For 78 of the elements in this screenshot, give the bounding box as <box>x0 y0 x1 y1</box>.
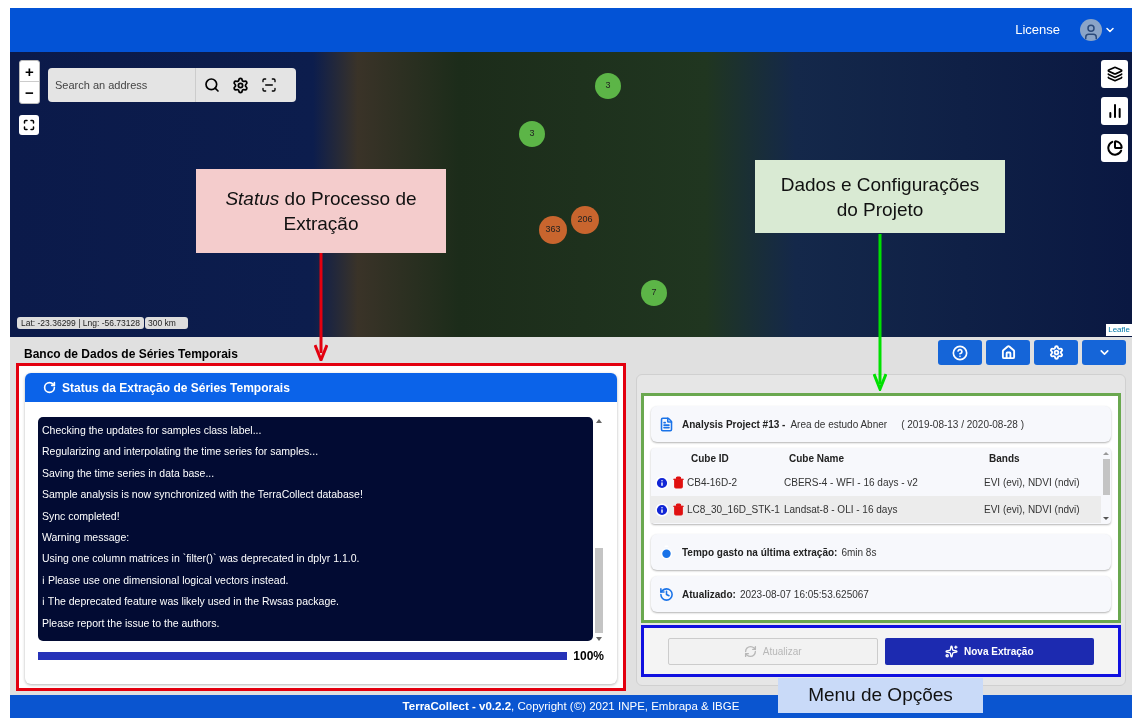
log-line: Warning message: <box>42 530 131 546</box>
elapsed-label: Tempo gasto na última extração: <box>682 545 838 560</box>
scroll-down-icon <box>1103 517 1109 520</box>
fullscreen-icon <box>23 119 35 131</box>
fullscreen-button[interactable] <box>19 115 39 135</box>
table-cell-text: CBERS-4 - WFI - 16 days - v2 <box>784 476 919 490</box>
scroll-up-icon <box>1103 452 1109 455</box>
log-line: Checking the updates for samples class label... <box>42 423 263 438</box>
attribution-link[interactable]: Leafle <box>1106 324 1132 336</box>
project-period: ( 2019-08-13 / 2020-08-28 ) <box>901 417 1024 432</box>
table-row[interactable]: CB4-16D-2 CBERS-4 - WFI - 16 days - v2 EVI (evi), NDVI (ndvi) <box>651 469 1101 496</box>
callout-text: Dados e Configurações do Projeto <box>779 172 981 222</box>
progress-reading: 100% <box>573 648 604 665</box>
footer-text: TerraCollect - v0.2.2, Copyright (©) 2021 INPE, Embrapa & IBGE <box>402 698 740 714</box>
project-name: Area de estudo Abner <box>790 417 888 432</box>
scroll-thumb[interactable] <box>1102 459 1110 495</box>
refresh-icon <box>743 644 757 658</box>
help-icon <box>952 344 968 361</box>
table-row[interactable]: LC8_30_16D_STK-1 Landsat-8 - OLI - 16 days EVI (evi), NDVI (ndvi) <box>651 496 1101 523</box>
trash-icon[interactable] <box>672 503 685 516</box>
scale-bar: 300 km <box>144 317 188 329</box>
log-line: Using one column matrices in `filter()` was deprecated in dplyr 1.1.0. <box>42 551 361 567</box>
info-icon[interactable] <box>655 475 669 490</box>
document-icon <box>659 416 674 432</box>
column-header: Cube Name <box>789 452 845 466</box>
help-button[interactable] <box>938 340 982 365</box>
refresh-icon <box>43 381 56 394</box>
scroll-down-icon <box>595 637 602 641</box>
callout-text: Menu de Opções <box>808 683 953 708</box>
log-line: Please report the issue to the authors. <box>42 615 221 631</box>
table-cell-text: Landsat-8 - OLI - 16 days <box>784 503 899 517</box>
updated-label: Atualizado: <box>682 587 736 602</box>
card-title: Status da Extração de Séries Temporais <box>62 379 290 397</box>
log-line: ℹ The deprecated feature was likely used in the Rwsas package. <box>42 594 340 610</box>
pie-chart-button[interactable] <box>1101 134 1128 162</box>
table-cell-text: EVI (evi), NDVI (ndvi) <box>984 476 1080 490</box>
new-extraction-button[interactable]: Nova Extração <box>884 637 1094 665</box>
search-bar[interactable]: Search an address <box>48 68 296 102</box>
table-cell-text: LC8_30_16D_STK-1 <box>687 503 781 517</box>
zoom-out-button[interactable]: − <box>20 82 39 103</box>
user-menu[interactable] <box>1080 19 1116 41</box>
callout-text: Status do Processo de Extração <box>224 187 418 236</box>
table-cell-text: CB4-16D-2 <box>687 476 739 490</box>
log-line: Sync completed! <box>42 508 121 524</box>
scroll-thumb[interactable] <box>594 547 603 633</box>
pie-chart-icon <box>1106 140 1123 156</box>
search-icon[interactable] <box>204 77 220 93</box>
bar-chart-button[interactable] <box>1101 97 1128 125</box>
info-icon[interactable] <box>655 502 669 517</box>
trash-icon[interactable] <box>672 476 685 489</box>
project-label: Analysis Project #13 - <box>682 417 786 432</box>
layers-button[interactable] <box>1101 60 1128 88</box>
clock-refresh-icon <box>659 586 674 602</box>
zoom-in-button[interactable]: + <box>20 61 39 82</box>
settings-button[interactable] <box>1034 340 1078 365</box>
settings-icon <box>1048 345 1064 360</box>
scroll-up-icon <box>595 419 602 423</box>
home-icon <box>1000 345 1016 360</box>
bar-chart-icon <box>1106 103 1123 119</box>
sparkle-icon <box>945 644 958 658</box>
log-line: Regularizing and interpolating the time series for samples... <box>42 444 320 460</box>
section-title: Banco de Dados de Séries Temporais <box>23 346 239 362</box>
log-line: Sample analysis is now synchronized with the TerraCollect database! <box>42 487 364 503</box>
license-link[interactable]: License <box>1015 20 1060 40</box>
address-search-field[interactable]: Search an address <box>48 68 196 102</box>
settings-icon[interactable] <box>232 76 249 94</box>
avatar-icon <box>1080 19 1102 41</box>
home-button[interactable] <box>986 340 1030 365</box>
table-cell-text: EVI (evi), NDVI (ndvi) <box>984 503 1080 517</box>
column-header: Bands <box>989 452 1020 466</box>
elapsed-value: 6min 8s <box>841 545 877 560</box>
log-line: Saving the time series in data base... <box>42 465 216 481</box>
area-select-icon[interactable] <box>261 77 277 93</box>
log-line: ℹ Please use one dimensional logical vectors instead. <box>42 572 290 588</box>
column-header: Cube ID <box>691 452 730 466</box>
updated-value: 2023-08-07 16:05:53.625067 <box>739 587 869 602</box>
coordinates-readout: Lat: -23.36299 | Lng: -56.73128 <box>17 317 144 329</box>
layers-icon <box>1106 66 1123 82</box>
